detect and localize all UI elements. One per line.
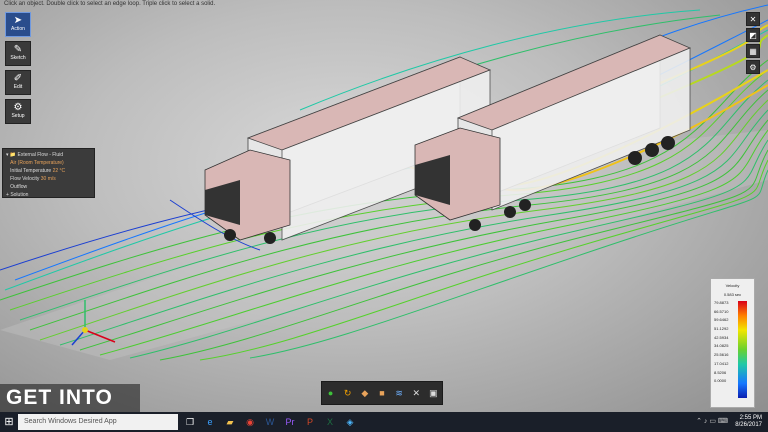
setup-icon: ⚙: [13, 102, 23, 113]
legend-subtitle: 0.583 sec: [723, 292, 742, 297]
grid-icon[interactable]: ▦: [746, 44, 760, 58]
bottom-toolbar: ● ↻ ◆ ■ ≋ ✕ ▣: [321, 381, 443, 405]
cfd-scene[interactable]: [0, 0, 768, 412]
pencil-icon: ✎: [13, 44, 23, 55]
setup-button[interactable]: ⚙ Setup: [5, 99, 31, 124]
system-tray-icons[interactable]: ⌃ ♪ ▭ ⌨: [696, 417, 728, 425]
sketch-button[interactable]: ✎ Sketch: [5, 41, 31, 66]
camera-icon[interactable]: ◩: [746, 28, 760, 42]
mesh-icon[interactable]: ✕: [410, 387, 423, 400]
simulation-viewport[interactable]: Click an object. Double click to select …: [0, 0, 768, 412]
powerpoint-icon[interactable]: P: [302, 414, 318, 430]
legend-ticks: 79.8873 66.5710 59.6462 51.1292 42.5934 …: [714, 300, 729, 384]
chrome-icon[interactable]: ◉: [242, 414, 258, 430]
taskbar-search-input[interactable]: Search Windows Desired App: [18, 414, 178, 430]
right-toolbar: ✕ ◩ ▦ ⚙: [746, 12, 760, 76]
windows-taskbar: ⊞ Search Windows Desired App ❐ e ▰ ◉ W P…: [0, 412, 768, 432]
discovery-app-icon[interactable]: ◈: [342, 414, 358, 430]
tree-item-initial-temperature[interactable]: Initial Temperature 22 °C: [6, 167, 91, 175]
cube-icon[interactable]: ◆: [358, 387, 371, 400]
surface-icon[interactable]: ▣: [427, 387, 440, 400]
tree-item-outflow[interactable]: Outflow: [6, 183, 91, 191]
box-icon[interactable]: ■: [375, 387, 388, 400]
premiere-icon[interactable]: Pr: [282, 414, 298, 430]
tree-item-flow-velocity[interactable]: Flow Velocity 30 m/s: [6, 175, 91, 183]
cursor-icon: ➤: [13, 15, 23, 26]
task-view-icon[interactable]: ❐: [182, 414, 198, 430]
selection-hint: Click an object. Double click to select …: [4, 1, 216, 7]
rotate-icon[interactable]: ↻: [341, 387, 354, 400]
windows-start-icon[interactable]: ⊞: [0, 412, 18, 432]
watermark: GET INTO PC: [0, 384, 140, 412]
tree-root[interactable]: ▾ 📁 External Flow - Fluid: [6, 151, 91, 159]
physics-tree: ▾ 📁 External Flow - Fluid Air (Room Temp…: [2, 148, 95, 198]
legend-title: Velocity: [725, 283, 740, 288]
velocity-legend: Velocity 0.583 sec 79.8873 66.5710 59.64…: [710, 278, 755, 408]
streamline-icon[interactable]: ≋: [393, 387, 406, 400]
tree-item-solution[interactable]: + Solution: [6, 191, 91, 199]
excel-icon[interactable]: X: [322, 414, 338, 430]
taskbar-clock[interactable]: 2:55 PM 8/26/2017: [735, 415, 762, 429]
taskbar-apps: ❐ e ▰ ◉ W Pr P X ◈: [182, 414, 362, 430]
left-toolbar: ➤ Action ✎ Sketch ✐ Edit ⚙ Setup: [5, 12, 31, 128]
folder-icon[interactable]: ▰: [222, 414, 238, 430]
edit-button[interactable]: ✐ Edit: [5, 70, 31, 95]
close-icon[interactable]: ✕: [746, 12, 760, 26]
gear-icon[interactable]: ⚙: [746, 60, 760, 74]
particle-icon[interactable]: ●: [324, 387, 337, 400]
word-icon[interactable]: W: [262, 414, 278, 430]
action-button[interactable]: ➤ Action: [5, 12, 31, 37]
edge-icon[interactable]: e: [202, 414, 218, 430]
tree-item-air[interactable]: Air (Room Temperature): [6, 159, 91, 167]
edit-icon: ✐: [13, 73, 23, 84]
legend-color-bar: [738, 301, 747, 398]
